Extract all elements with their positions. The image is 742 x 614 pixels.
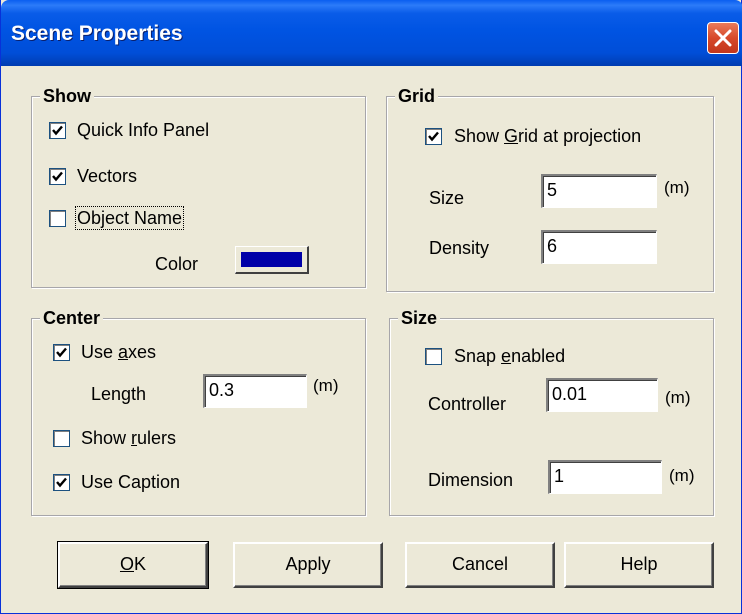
vectors-label[interactable]: Vectors — [77, 166, 137, 186]
quick-info-panel-checkbox[interactable] — [49, 122, 66, 139]
checkmark-icon — [56, 347, 67, 358]
dimension-input[interactable]: 1 — [548, 460, 662, 494]
color-label: Color — [155, 254, 199, 274]
use-axes-label[interactable]: Use axes — [81, 342, 156, 362]
checkmark-icon — [428, 131, 439, 142]
snap-enabled-checkbox[interactable] — [425, 348, 442, 365]
snap-enabled-label[interactable]: Snap enabled — [454, 346, 565, 366]
controller-unit: (m) — [665, 388, 691, 407]
checkmark-icon — [52, 171, 63, 182]
grid-density-label: Density — [429, 238, 490, 258]
center-group-legend: Center — [40, 308, 104, 328]
show-rulers-label[interactable]: Show rulers — [81, 428, 176, 448]
grid-size-unit: (m) — [664, 178, 690, 197]
grid-density-input[interactable]: 6 — [541, 230, 657, 264]
length-input[interactable]: 0.3 — [203, 374, 307, 408]
use-caption-checkbox[interactable] — [53, 474, 70, 491]
vectors-checkbox[interactable] — [49, 168, 66, 185]
ok-button[interactable]: OK — [57, 541, 209, 589]
dimension-label: Dimension — [428, 470, 514, 490]
help-button[interactable]: Help — [564, 542, 714, 588]
object-name-label[interactable]: Object Name — [74, 206, 185, 230]
close-button[interactable] — [707, 22, 739, 54]
use-axes-checkbox[interactable] — [53, 344, 70, 361]
title-bar: Scene Properties — [1, 0, 742, 66]
object-name-checkbox[interactable] — [49, 210, 66, 227]
window-title: Scene Properties — [11, 22, 183, 45]
apply-button[interactable]: Apply — [233, 542, 383, 588]
show-grid-checkbox[interactable] — [425, 128, 442, 145]
checkmark-icon — [56, 477, 67, 488]
length-label: Length — [91, 384, 147, 404]
size-group-legend: Size — [398, 308, 441, 328]
show-grid-label[interactable]: Show Grid at projection — [454, 126, 641, 146]
grid-group-legend: Grid — [395, 86, 439, 106]
controller-input[interactable]: 0.01 — [546, 378, 658, 412]
cancel-button[interactable]: Cancel — [405, 542, 555, 588]
use-caption-label[interactable]: Use Caption — [81, 472, 180, 492]
scene-properties-dialog: Scene Properties Show Quick Info Panel V… — [0, 0, 742, 614]
grid-size-label: Size — [429, 188, 465, 208]
checkmark-icon — [52, 125, 63, 136]
show-rulers-checkbox[interactable] — [53, 430, 70, 447]
quick-info-panel-label[interactable]: Quick Info Panel — [77, 120, 209, 140]
color-picker-button[interactable] — [235, 246, 309, 274]
close-icon — [714, 29, 732, 47]
show-group-legend: Show — [40, 86, 94, 106]
dimension-unit: (m) — [669, 466, 695, 485]
length-unit: (m) — [313, 376, 339, 395]
controller-label: Controller — [428, 394, 507, 414]
color-swatch — [241, 252, 302, 267]
grid-size-input[interactable]: 5 — [541, 174, 657, 208]
